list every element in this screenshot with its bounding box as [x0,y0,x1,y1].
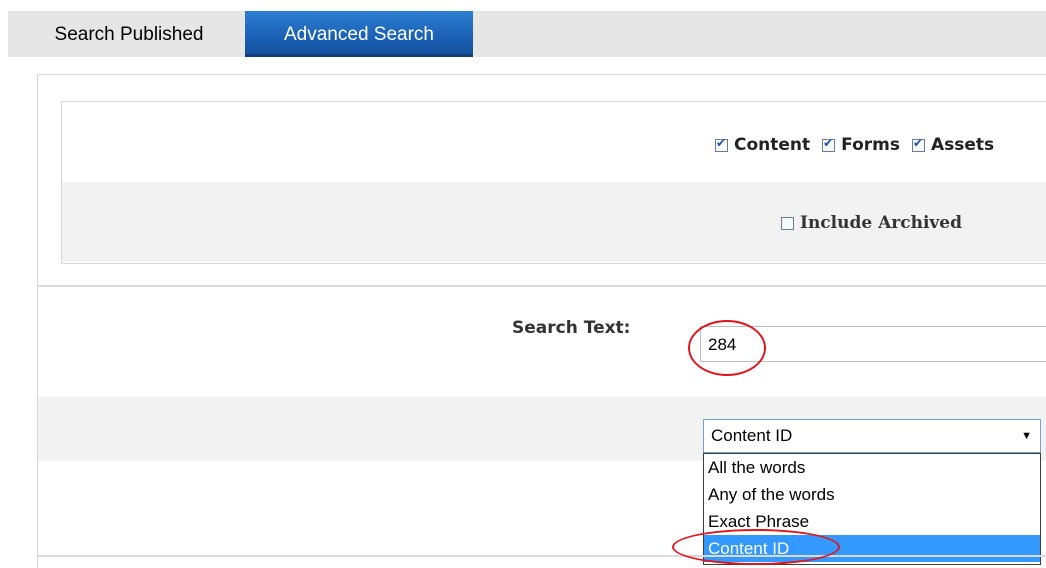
assets-checkbox-label: Assets [930,135,995,155]
forms-checkbox-label: Forms [841,135,900,155]
search-text-label: Search Text: [512,318,631,338]
include-archived-label: Include Archived [800,213,962,233]
assets-checkbox[interactable] [911,136,925,152]
tab-advanced-search[interactable]: Advanced Search [245,11,473,57]
include-archived-checkbox[interactable] [781,216,794,230]
tab-search-published[interactable]: Search Published [24,11,234,57]
include-archived-filter: Include Archived [781,211,962,235]
section-divider [38,285,1046,287]
bottom-divider [38,555,1046,557]
search-type-select[interactable]: Content ID ▼ [703,419,1041,453]
option-any-of-the-words[interactable]: Any of the words [704,481,1040,508]
annotation-circle-content-id [672,529,840,565]
search-type-selected: Content ID [711,426,793,445]
option-all-the-words[interactable]: All the words [704,454,1040,481]
forms-checkbox[interactable] [822,136,836,152]
content-checkbox[interactable] [715,136,728,152]
annotation-circle-search-value [688,320,766,376]
content-checkbox-label: Content [734,135,811,155]
dropdown-arrow-icon[interactable]: ▼ [1021,420,1032,452]
content-type-filters: Content Forms Assets [715,133,1006,157]
